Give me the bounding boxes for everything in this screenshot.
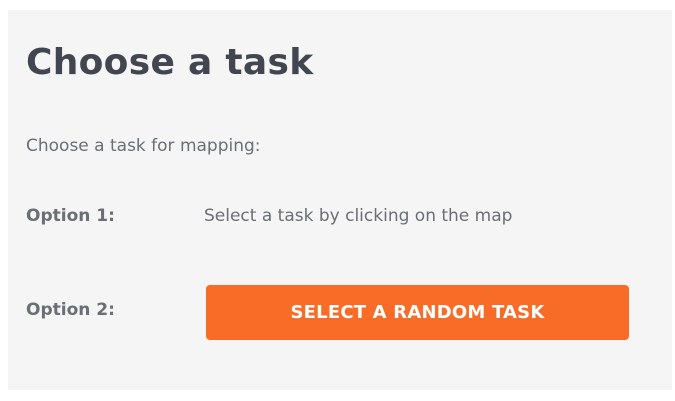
option-1-label: Option 1: [26,206,115,226]
choose-task-panel: Choose a task Choose a task for mapping:… [8,10,672,390]
option-1-description: Select a task by clicking on the map [204,206,513,226]
intro-text: Choose a task for mapping: [26,136,261,156]
select-random-task-button[interactable]: SELECT A RANDOM TASK [206,285,629,340]
page-title: Choose a task [26,42,314,83]
option-2-label: Option 2: [26,300,115,320]
